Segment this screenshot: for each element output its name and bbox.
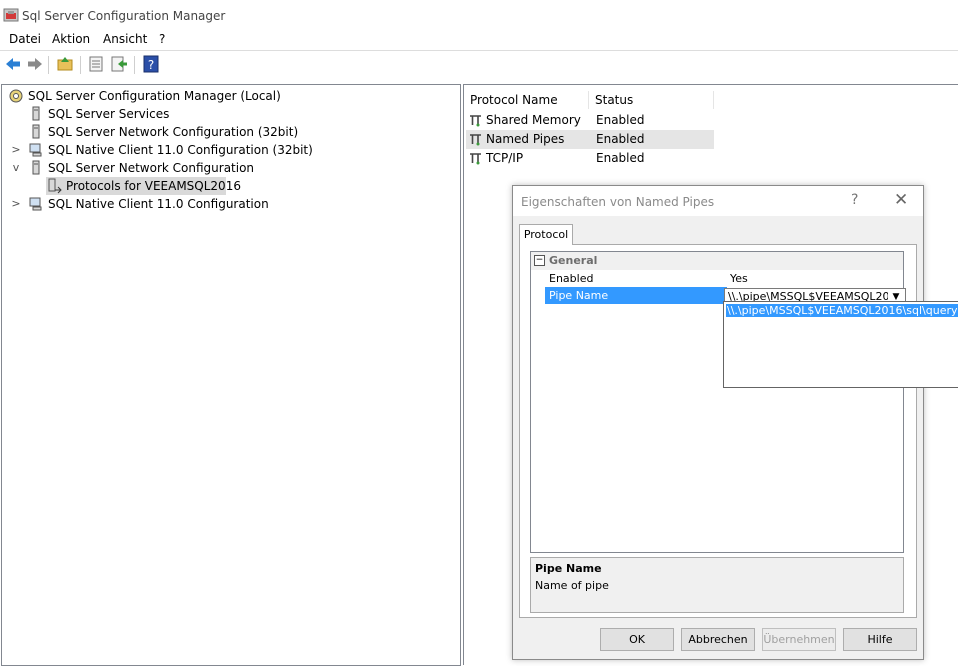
property-grid: − General Enabled Yes Pipe Name \\.\pipe… bbox=[530, 251, 906, 553]
property-value[interactable]: Yes bbox=[727, 270, 906, 287]
dialog-help-button[interactable]: ? bbox=[851, 192, 858, 208]
server-icon bbox=[32, 106, 40, 121]
menu-help[interactable]: ? bbox=[159, 32, 165, 46]
ok-button[interactable]: OK bbox=[600, 628, 674, 651]
properties-icon[interactable] bbox=[87, 55, 105, 73]
back-icon[interactable] bbox=[4, 55, 22, 73]
client-computer-icon bbox=[29, 143, 42, 157]
protocol-status: Enabled bbox=[596, 113, 645, 127]
tree-item-network-config-32[interactable]: SQL Server Network Configuration (32bit) bbox=[28, 123, 328, 141]
protocols-icon bbox=[48, 178, 62, 194]
dialog-title: Eigenschaften von Named Pipes bbox=[521, 195, 715, 209]
tree-item-label: SQL Native Client 11.0 Configuration bbox=[48, 197, 269, 211]
tree-item-root[interactable]: SQL Server Configuration Manager (Local) bbox=[8, 87, 308, 105]
menu-aktion[interactable]: Aktion bbox=[52, 32, 90, 46]
property-description: Pipe Name Name of pipe bbox=[530, 557, 904, 613]
client-computer-icon bbox=[29, 197, 42, 211]
app-icon bbox=[3, 8, 19, 22]
apply-button[interactable]: Übernehmen bbox=[762, 628, 836, 651]
protocol-name: TCP/IP bbox=[486, 151, 524, 165]
up-folder-icon[interactable] bbox=[56, 55, 74, 73]
menu-ansicht[interactable]: Ansicht bbox=[103, 32, 147, 46]
svg-text:?: ? bbox=[148, 58, 154, 72]
description-text: Name of pipe bbox=[535, 579, 609, 592]
close-icon[interactable]: ✕ bbox=[894, 190, 908, 210]
tree-item-native-client-32[interactable]: SQL Native Client 11.0 Configuration (32… bbox=[28, 141, 348, 159]
help-button[interactable]: Hilfe bbox=[843, 628, 917, 651]
toolbar-separator bbox=[134, 56, 135, 74]
property-key: Enabled bbox=[549, 272, 594, 285]
column-header-protocol-name[interactable]: Protocol Name bbox=[464, 91, 589, 109]
protocol-name: Shared Memory bbox=[486, 113, 581, 127]
collapse-icon[interactable]: − bbox=[534, 255, 545, 266]
protocol-name: Named Pipes bbox=[486, 132, 565, 146]
tab-protocol[interactable]: Protocol bbox=[519, 224, 573, 245]
cancel-button[interactable]: Abbrechen bbox=[681, 628, 755, 651]
title-bar: Sql Server Configuration Manager bbox=[0, 0, 958, 30]
dialog-title-bar: Eigenschaften von Named Pipes ? ✕ bbox=[513, 186, 923, 216]
server-icon bbox=[32, 124, 40, 139]
protocol-icon bbox=[470, 115, 481, 127]
tree-item-network-config[interactable]: SQL Server Network Configuration bbox=[28, 159, 328, 177]
property-row-enabled[interactable]: Enabled Yes bbox=[531, 270, 903, 287]
window-title: Sql Server Configuration Manager bbox=[22, 9, 226, 23]
category-label: General bbox=[549, 254, 598, 267]
protocol-status: Enabled bbox=[596, 132, 645, 146]
tree-item-label: SQL Server Network Configuration (32bit) bbox=[48, 125, 299, 139]
list-item[interactable]: Shared Memory Enabled bbox=[466, 111, 714, 130]
protocol-status: Enabled bbox=[596, 151, 645, 165]
menu-datei[interactable]: Datei bbox=[9, 32, 41, 46]
list-item[interactable]: TCP/IP Enabled bbox=[466, 149, 714, 168]
tree-item-label: SQL Server Network Configuration bbox=[48, 161, 255, 175]
tree-item-protocols[interactable]: Protocols for VEEAMSQL2016 bbox=[46, 177, 241, 195]
toolbar-separator bbox=[80, 56, 81, 74]
column-header-status[interactable]: Status bbox=[589, 91, 714, 109]
tree-item-label: SQL Server Configuration Manager (Local) bbox=[28, 89, 281, 103]
tree-item-label: Protocols for VEEAMSQL2016 bbox=[66, 179, 241, 193]
property-key: Pipe Name bbox=[545, 287, 727, 304]
forward-icon[interactable] bbox=[26, 55, 44, 73]
pipe-name-dropdown-list: \\.\pipe\MSSQL$VEEAMSQL2016\sql\query bbox=[723, 301, 958, 388]
properties-dialog: Eigenschaften von Named Pipes ? ✕ Protoc… bbox=[512, 185, 924, 660]
tree-item-services[interactable]: SQL Server Services bbox=[28, 105, 328, 123]
config-manager-icon bbox=[9, 89, 23, 103]
expand-chevron-icon[interactable]: > bbox=[11, 141, 21, 159]
collapse-chevron-icon[interactable]: v bbox=[11, 159, 21, 177]
help-icon[interactable]: ? bbox=[142, 55, 160, 73]
description-title: Pipe Name bbox=[535, 562, 602, 575]
protocol-icon bbox=[470, 134, 481, 146]
tree-item-label: SQL Server Services bbox=[48, 107, 170, 121]
navigation-tree: SQL Server Configuration Manager (Local)… bbox=[1, 84, 461, 666]
tree-item-native-client[interactable]: SQL Native Client 11.0 Configuration bbox=[28, 195, 328, 213]
dropdown-option[interactable]: \\.\pipe\MSSQL$VEEAMSQL2016\sql\query bbox=[726, 304, 958, 317]
export-icon[interactable] bbox=[110, 55, 128, 73]
expand-chevron-icon[interactable]: > bbox=[11, 195, 21, 213]
list-item[interactable]: Named Pipes Enabled bbox=[466, 130, 714, 149]
property-category: − General bbox=[531, 252, 903, 270]
tree-item-label: SQL Native Client 11.0 Configuration (32… bbox=[48, 143, 313, 157]
toolbar-separator bbox=[48, 56, 49, 74]
toolbar: ? bbox=[0, 50, 958, 79]
server-icon bbox=[32, 160, 40, 175]
protocol-icon bbox=[470, 153, 481, 165]
menu-bar: Datei Aktion Ansicht ? bbox=[0, 30, 958, 50]
